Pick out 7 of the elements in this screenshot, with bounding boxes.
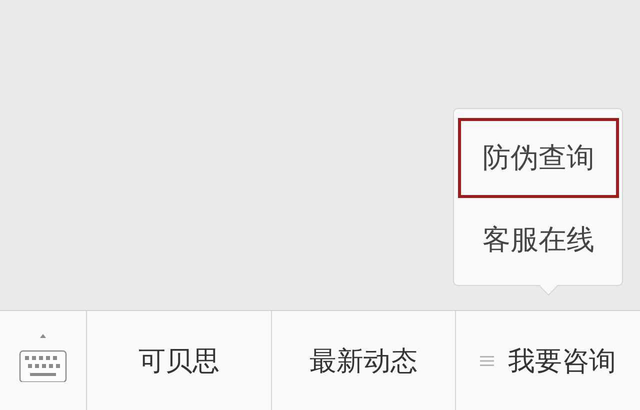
menu-tab[interactable]: 我要咨询	[456, 311, 640, 410]
keyboard-icon	[17, 334, 69, 382]
popup-menu-item[interactable]: 客服在线	[458, 200, 619, 280]
popup-menu-item[interactable]: 防伪查询	[458, 118, 619, 198]
menu-tab[interactable]: 可贝思	[87, 311, 272, 410]
menu-icon	[480, 354, 494, 366]
menu-tab[interactable]: 最新动态	[272, 311, 456, 410]
